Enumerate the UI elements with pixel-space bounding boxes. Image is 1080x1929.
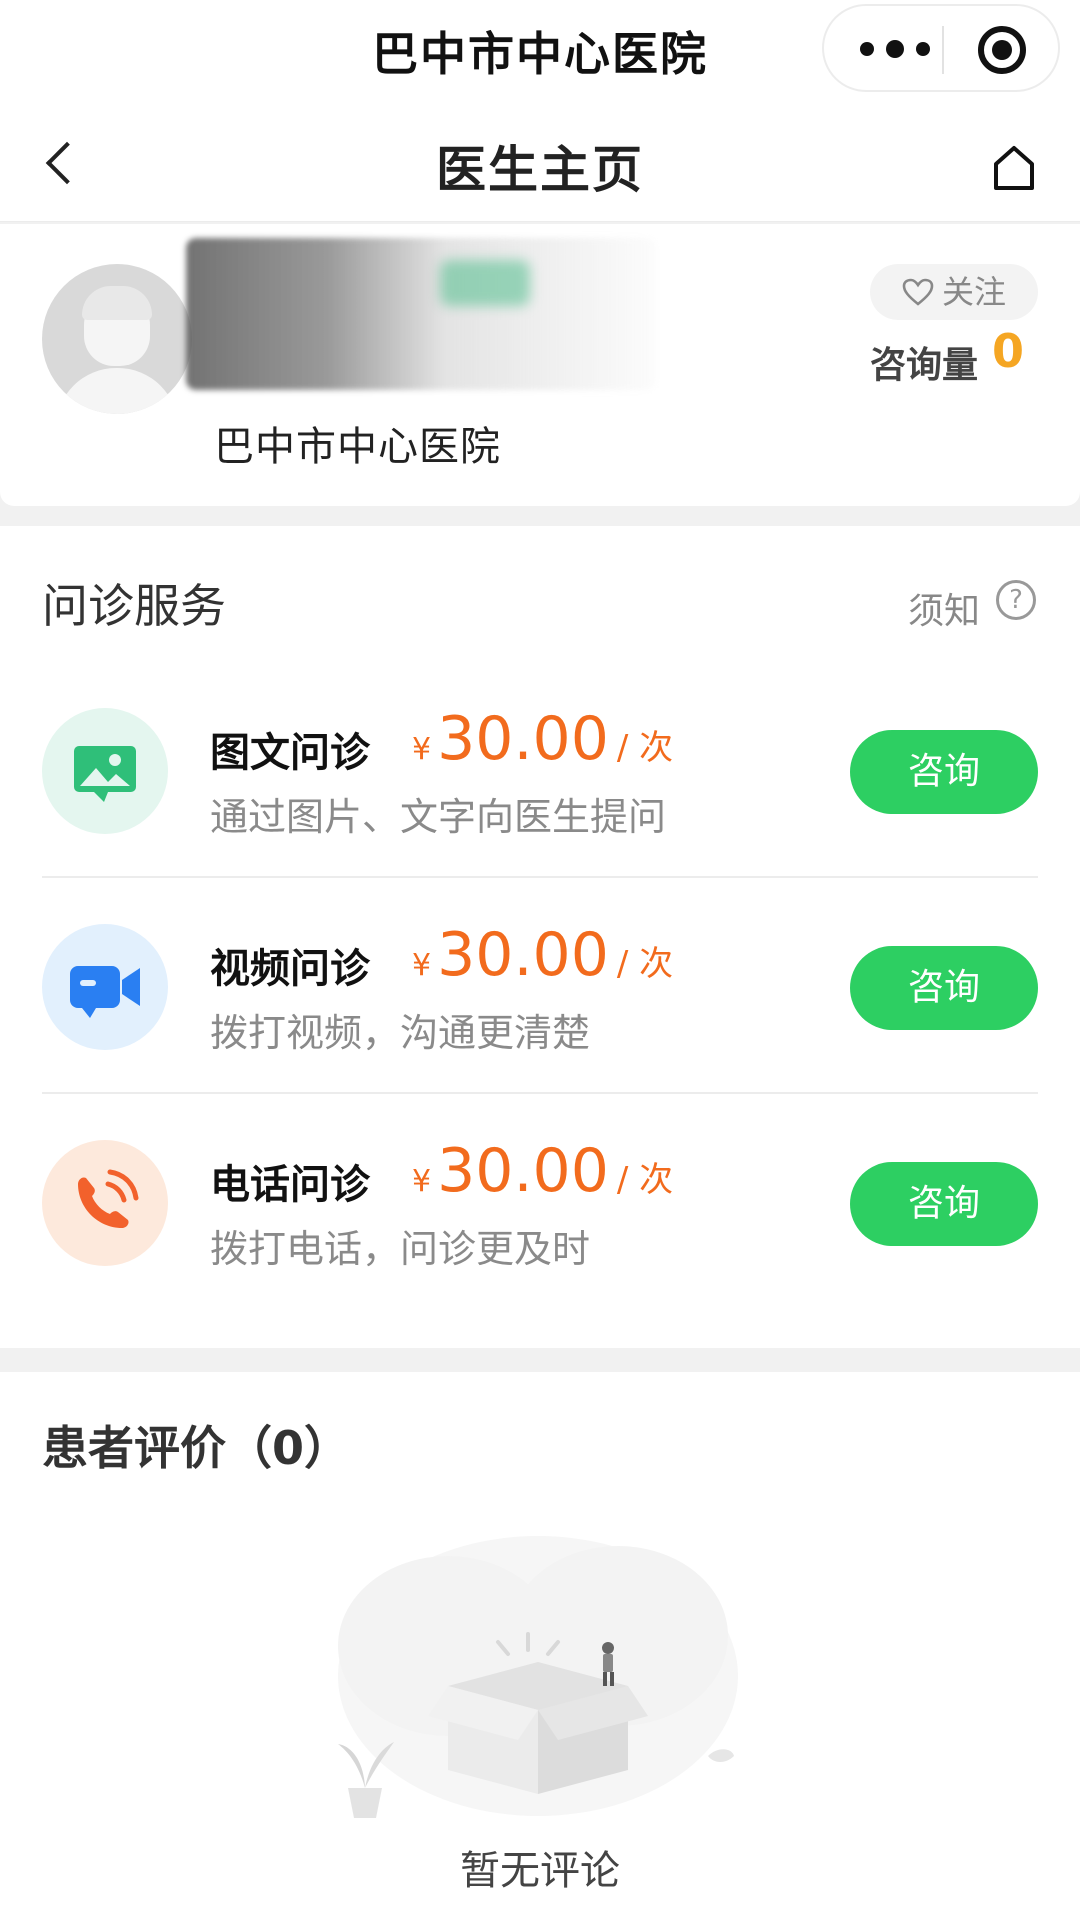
redacted-doctor-title	[440, 260, 530, 306]
reviews-title: 患者评价（0）	[42, 1421, 351, 1475]
notice-link[interactable]: 须知	[908, 582, 980, 634]
consult-button-image-text[interactable]: 咨询	[850, 730, 1038, 814]
service-name: 图文问诊	[210, 730, 370, 776]
service-name: 电话问诊	[210, 1162, 370, 1208]
mini-program-capsule	[822, 4, 1060, 92]
divider	[42, 1092, 1038, 1094]
patient-reviews-section: 患者评价（0） 暂无评论	[0, 1372, 1080, 1929]
consult-button-video[interactable]: 咨询	[850, 946, 1038, 1030]
doctor-avatar	[42, 264, 192, 414]
service-row-phone: 电话问诊 ¥30.00/ 次 拨打电话，问诊更及时 咨询	[42, 1100, 1038, 1314]
more-menu-icon[interactable]	[856, 22, 936, 74]
service-description: 拨打视频，沟通更清楚	[210, 1011, 591, 1055]
home-icon[interactable]	[992, 144, 1036, 192]
service-row-image-text: 图文问诊 ¥30.00/ 次 通过图片、文字向医生提问 咨询	[42, 668, 1038, 882]
consult-count-label: 咨询量	[870, 345, 979, 386]
doctor-hospital: 巴中市中心医院	[214, 424, 501, 470]
consult-services-section: 问诊服务 须知 ? 图文问诊 ¥30.00/ 次 通过图片、文字向医生提问 咨询	[0, 526, 1080, 1348]
capsule-divider	[942, 26, 944, 74]
service-name: 视频问诊	[210, 946, 370, 992]
service-price: ¥30.00/ 次	[412, 1136, 674, 1206]
empty-reviews-text: 暂无评论	[460, 1848, 620, 1894]
consult-button-phone[interactable]: 咨询	[850, 1162, 1038, 1246]
page-title: 医生主页	[436, 141, 644, 199]
follow-button[interactable]: 关注	[870, 264, 1038, 320]
help-icon[interactable]: ?	[996, 580, 1036, 620]
doctor-card: 巴中市中心医院 关注 咨询量 0	[0, 224, 1080, 506]
service-price: ¥30.00/ 次	[412, 920, 674, 990]
image-text-icon	[42, 708, 168, 834]
service-description: 拨打电话，问诊更及时	[210, 1227, 591, 1271]
service-row-video: 视频问诊 ¥30.00/ 次 拨打视频，沟通更清楚 咨询	[42, 884, 1038, 1098]
video-camera-icon	[42, 924, 168, 1050]
divider	[42, 876, 1038, 878]
empty-box-illustration	[338, 1536, 738, 1818]
service-description: 通过图片、文字向医生提问	[210, 795, 667, 839]
consult-count-value: 0	[992, 324, 1025, 378]
follow-label: 关注	[941, 273, 1006, 311]
nav-bar: 医生主页	[0, 100, 1080, 222]
service-price: ¥30.00/ 次	[412, 704, 674, 774]
heart-icon	[902, 278, 934, 306]
top-bar: 巴中市中心医院	[0, 0, 1080, 100]
redacted-doctor-info	[186, 238, 656, 390]
services-title: 问诊服务	[42, 579, 226, 633]
phone-icon	[42, 1140, 168, 1266]
close-mini-program-icon[interactable]	[978, 26, 1026, 74]
